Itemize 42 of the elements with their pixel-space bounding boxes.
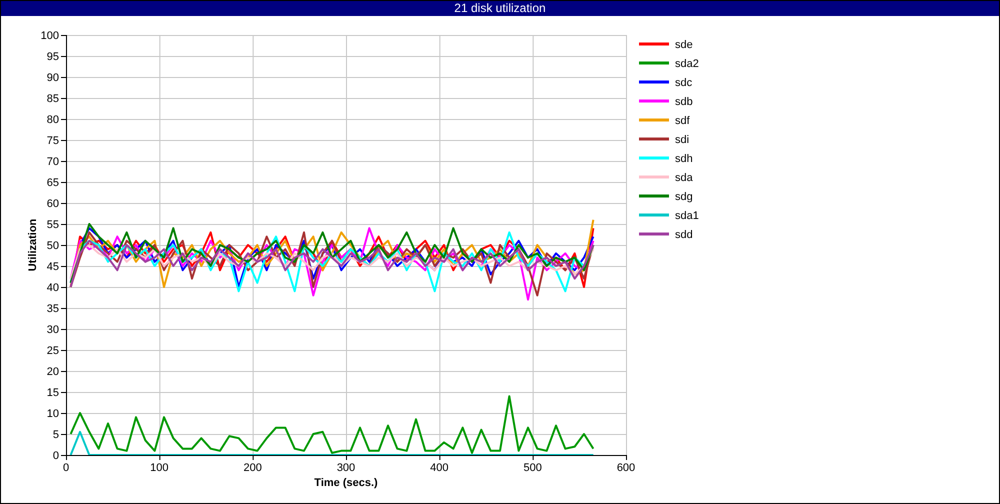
x-tick-label: 0 [62, 462, 70, 474]
x-tick-label: 600 [616, 462, 636, 474]
y-tick-label: 5 [52, 429, 59, 441]
y-tick-label: 20 [46, 366, 59, 378]
y-tick-label: 95 [46, 51, 59, 63]
x-tick-label: 100 [150, 462, 169, 474]
y-tick-label: 30 [46, 324, 59, 336]
y-tick-label: 90 [46, 72, 59, 84]
y-tick-label: 40 [46, 282, 59, 294]
legend-label: sda [675, 172, 693, 184]
legend-label: sdf [675, 115, 690, 127]
x-tick-label: 300 [336, 462, 356, 474]
y-tick-label: 25 [46, 345, 59, 357]
y-tick-label: 70 [46, 156, 59, 168]
y-tick-label: 0 [52, 450, 59, 462]
y-tick-label: 60 [46, 198, 59, 210]
y-tick-label: 50 [46, 240, 59, 252]
y-tick-label: 35 [46, 303, 59, 315]
y-tick-label: 75 [46, 135, 59, 147]
legend-label: sda2 [675, 58, 699, 70]
window-title: 21 disk utilization [454, 1, 546, 15]
x-tick-label: 500 [523, 462, 542, 474]
y-tick-label: 15 [46, 387, 59, 399]
legend-label: sdc [675, 77, 692, 89]
y-tick-label: 45 [46, 261, 59, 273]
legend-label: sda1 [675, 210, 699, 222]
y-tick-label: 80 [46, 114, 59, 126]
y-tick-label: 55 [46, 219, 59, 231]
legend-label: sdg [675, 191, 693, 203]
x-tick-label: 400 [430, 462, 449, 474]
y-tick-label: 10 [46, 408, 59, 420]
legend-label: sdd [675, 229, 693, 241]
legend-label: sdb [675, 96, 693, 108]
x-tick-label: 200 [243, 462, 262, 474]
x-axis-title: Time (secs.) [314, 477, 378, 489]
legend-label: sdi [675, 134, 690, 146]
legend-label: sde [675, 39, 693, 51]
y-axis-title: Utilization [27, 218, 39, 272]
y-tick-label: 100 [40, 30, 59, 42]
legend-label: sdh [675, 153, 693, 165]
y-tick-label: 85 [46, 93, 59, 105]
y-tick-label: 65 [46, 177, 59, 189]
